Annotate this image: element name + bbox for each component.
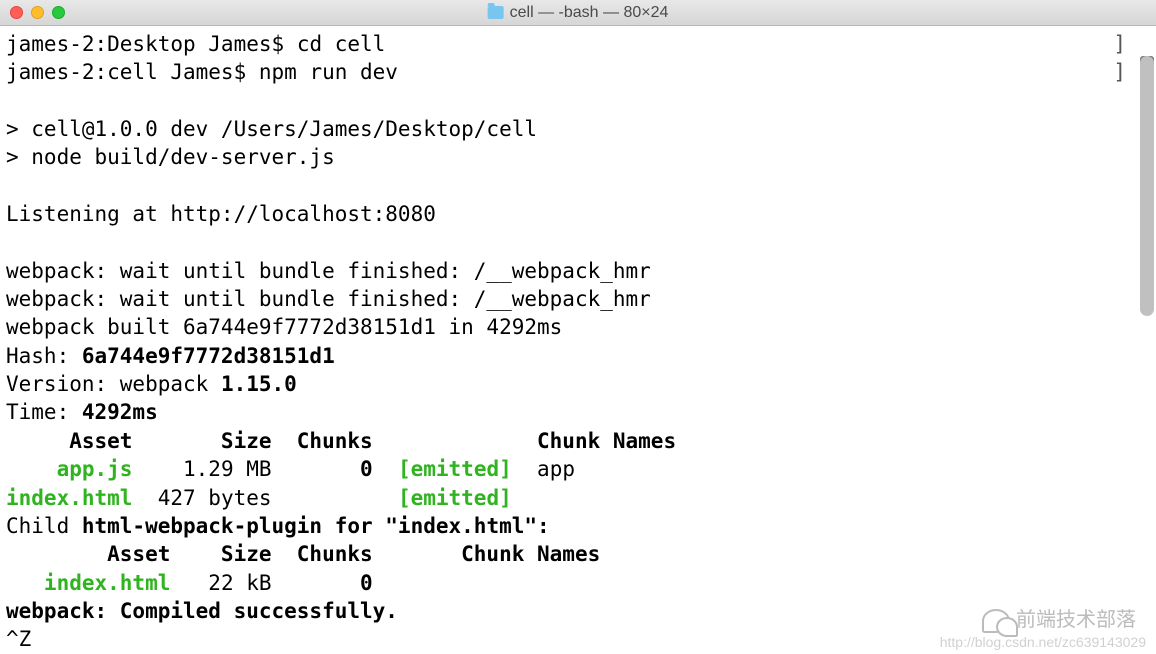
terminal-output[interactable]: james-2:Desktop James$ cd cell]james-2:c… [0, 26, 1156, 654]
window-title-text: cell — -bash — 80×24 [510, 4, 669, 22]
close-icon[interactable] [10, 6, 23, 19]
traffic-lights [0, 6, 65, 19]
terminal-text: james-2:Desktop James$ cd cell]james-2:c… [6, 30, 1150, 654]
wechat-icon [982, 609, 1010, 633]
watermark-url: http://blog.csdn.net/zc639143029 [940, 633, 1146, 652]
watermark-text: 前端技术部落 [1016, 607, 1136, 634]
watermark: 前端技术部落 [982, 607, 1136, 634]
maximize-icon[interactable] [52, 6, 65, 19]
scrollbar[interactable] [1140, 56, 1154, 316]
window-titlebar: cell — -bash — 80×24 [0, 0, 1156, 26]
folder-icon [488, 6, 504, 19]
minimize-icon[interactable] [31, 6, 44, 19]
window-title: cell — -bash — 80×24 [488, 4, 669, 22]
